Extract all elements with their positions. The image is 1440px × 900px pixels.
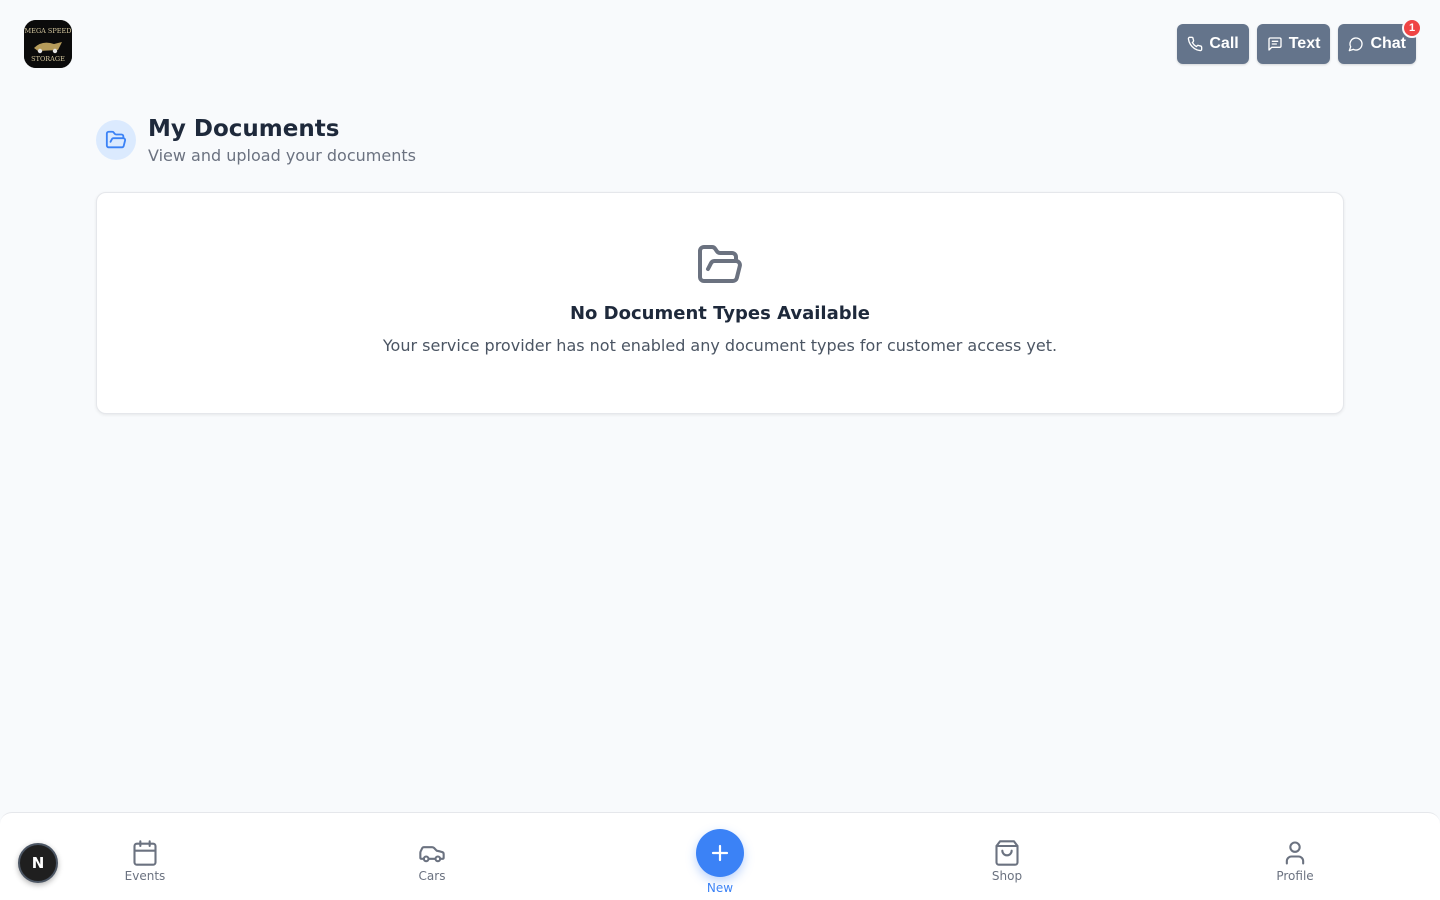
- text-label: Text: [1288, 35, 1321, 52]
- nav-item-new[interactable]: New: [680, 829, 760, 895]
- chat-label: Chat: [1370, 35, 1406, 52]
- page-subtitle: View and upload your documents: [148, 146, 416, 165]
- user-avatar[interactable]: N: [18, 843, 58, 883]
- text-button[interactable]: Text: [1256, 24, 1331, 64]
- new-button[interactable]: [696, 829, 744, 877]
- nav-item-events[interactable]: Events: [105, 839, 185, 883]
- chat-button[interactable]: Chat 1: [1338, 18, 1422, 64]
- nav-label-cars: Cars: [418, 869, 446, 883]
- header-actions: Call Text Chat 1: [1177, 18, 1422, 64]
- empty-state-card: No Document Types Available Your service…: [96, 192, 1344, 414]
- plus-icon: [711, 844, 729, 862]
- logo-emblem-icon: MEGA SPEED STORAGE: [24, 20, 72, 68]
- call-label: Call: [1209, 35, 1239, 52]
- message-circle-icon: [1349, 37, 1364, 52]
- calendar-icon: [133, 840, 157, 866]
- empty-state-message: Your service provider has not enabled an…: [382, 336, 1058, 355]
- nav-item-shop[interactable]: Shop: [967, 839, 1047, 883]
- user-icon: [1285, 841, 1305, 865]
- nav-label-shop: Shop: [991, 869, 1023, 883]
- app-page: MEGA SPEED STORAGE Call Text Chat 1 My D…: [0, 0, 1440, 900]
- page-title: My Documents: [148, 116, 340, 142]
- bottom-nav: N Events Cars New Shop Profile: [0, 812, 1440, 900]
- shopping-bag-icon: [995, 840, 1019, 866]
- nav-item-profile[interactable]: Profile: [1255, 839, 1335, 883]
- folder-open-icon: [96, 120, 136, 160]
- nav-label-new: New: [706, 881, 734, 895]
- svg-text:MEGA SPEED: MEGA SPEED: [25, 27, 72, 35]
- nav-item-cars[interactable]: Cars: [392, 839, 472, 883]
- message-square-text-icon: [1268, 37, 1282, 51]
- nav-label-events: Events: [124, 869, 166, 883]
- empty-state-title: No Document Types Available: [569, 303, 870, 324]
- car-icon: [419, 846, 445, 863]
- folder-open-icon: [698, 245, 742, 283]
- phone-icon: [1188, 36, 1203, 52]
- svg-text:STORAGE: STORAGE: [31, 55, 65, 63]
- page-header: My Documents View and upload your docume…: [96, 114, 416, 168]
- nav-label-profile: Profile: [1276, 869, 1314, 883]
- chat-unread-badge: 1: [1402, 18, 1422, 38]
- call-button[interactable]: Call: [1177, 24, 1249, 64]
- brand-logo[interactable]: MEGA SPEED STORAGE: [24, 20, 72, 68]
